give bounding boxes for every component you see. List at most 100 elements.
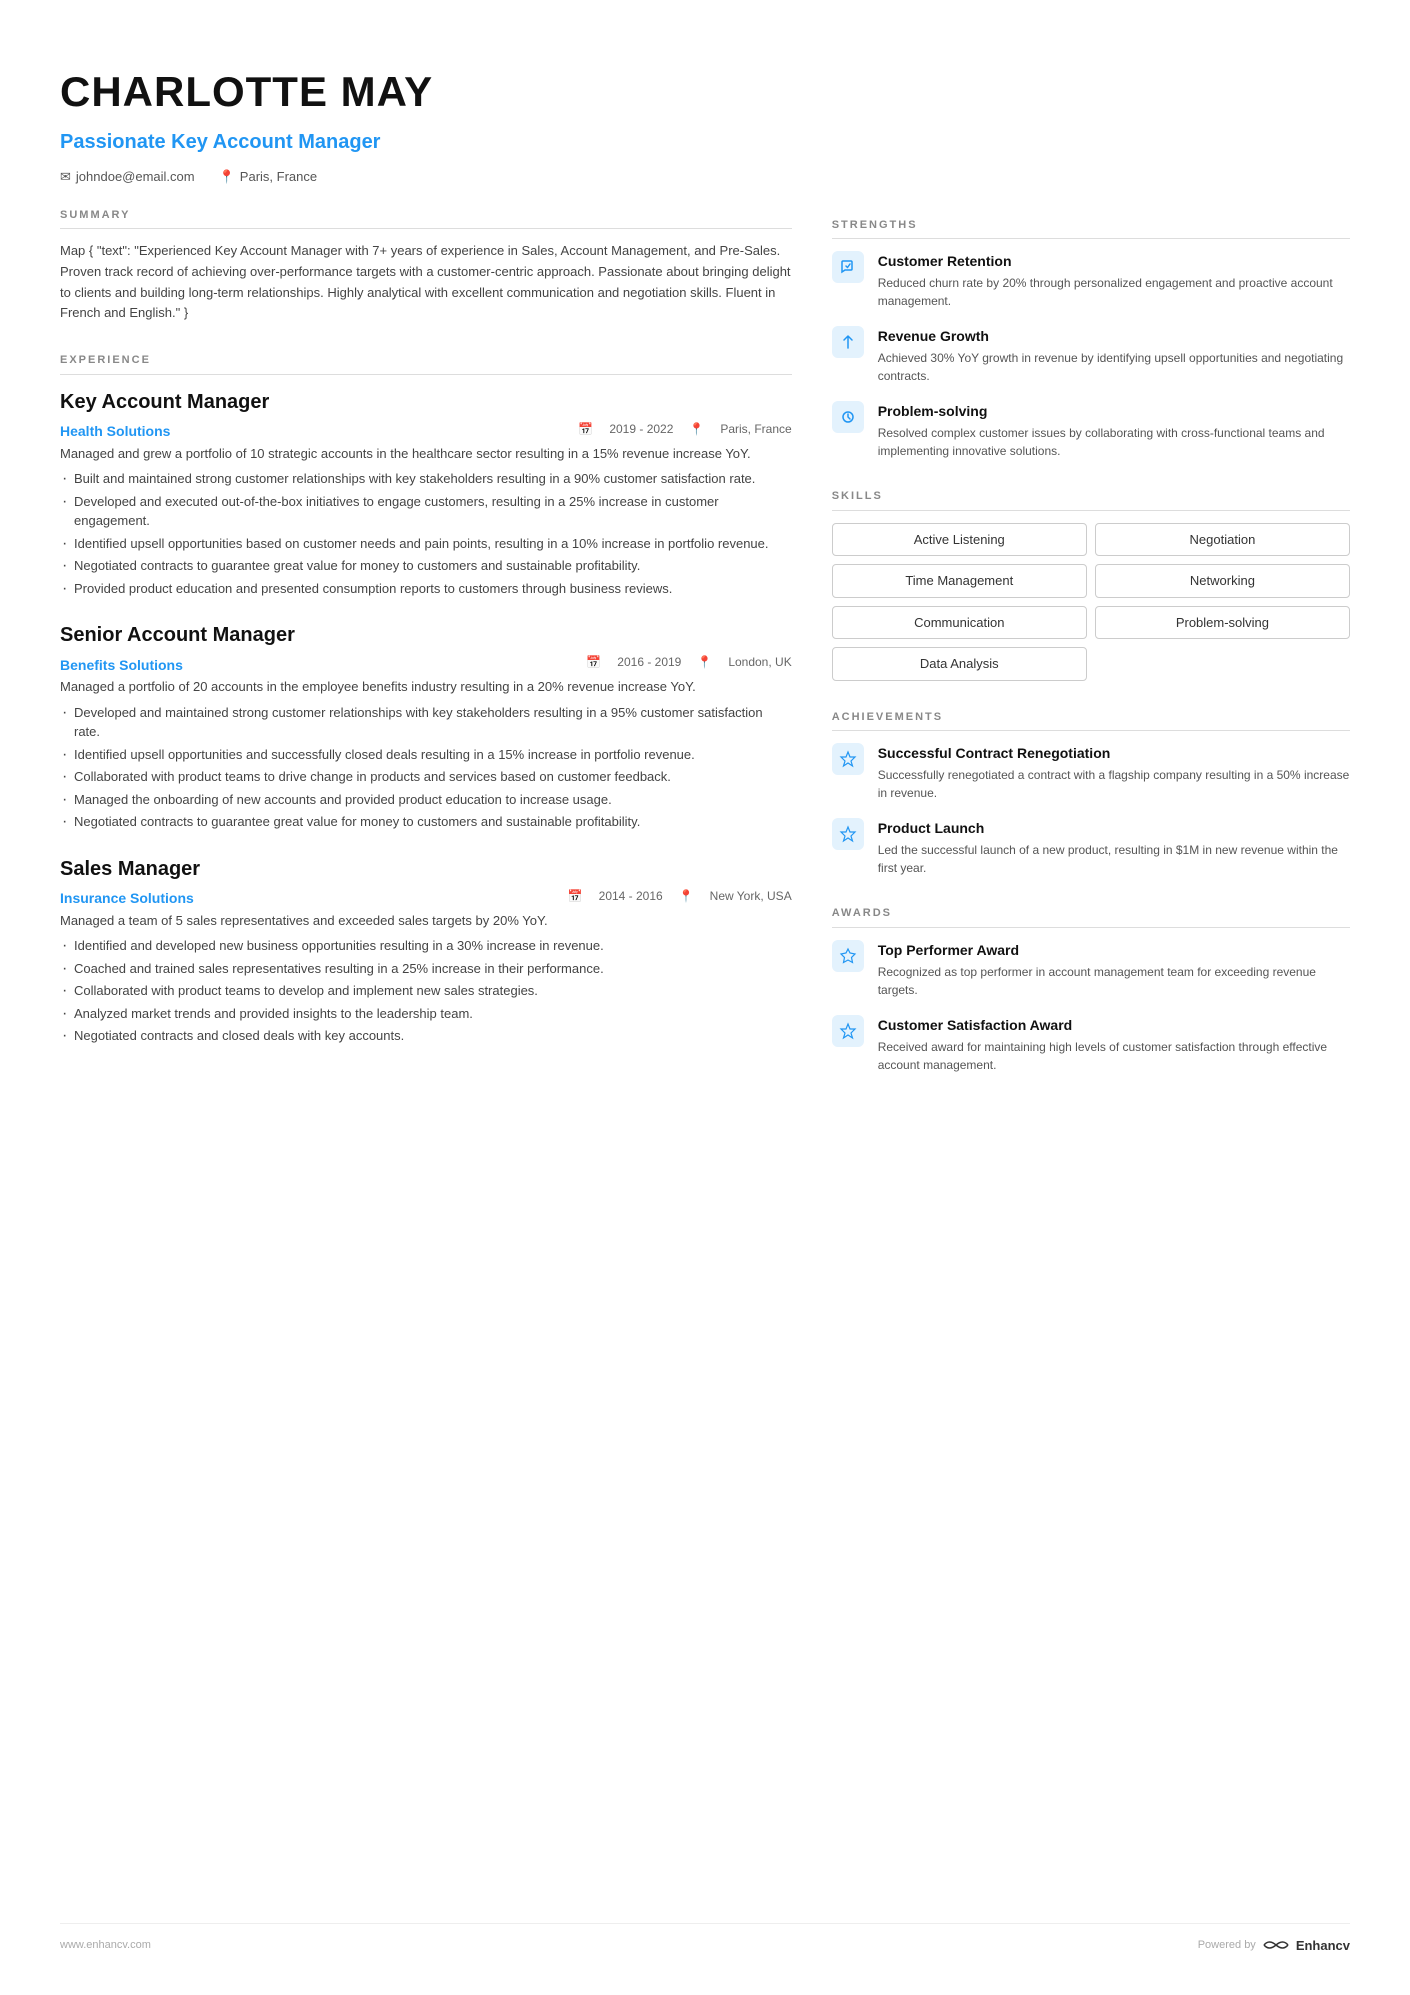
skill-1: Active Listening <box>832 523 1087 557</box>
footer-brand: Powered by Enhancv <box>1198 1936 1350 1956</box>
job-2-bullet-1: Developed and maintained strong customer… <box>60 703 792 742</box>
brand-name: Enhancv <box>1296 1936 1350 1956</box>
achievements-section: ACHIEVEMENTS Successful Contract Renegot… <box>832 709 1350 878</box>
job-1: Key Account Manager Health Solutions 📅 2… <box>60 387 792 599</box>
job-3-bullet-4: Analyzed market trends and provided insi… <box>60 1004 792 1024</box>
skill-4: Networking <box>1095 564 1350 598</box>
summary-text: Map { "text": "Experienced Key Account M… <box>60 241 792 324</box>
achievements-title: ACHIEVEMENTS <box>832 709 1350 732</box>
email-info: ✉ johndoe@email.com <box>60 167 195 187</box>
contact-info: ✉ johndoe@email.com 📍 Paris, France <box>60 167 1350 187</box>
strength-1-desc: Reduced churn rate by 20% through person… <box>878 274 1350 310</box>
candidate-subtitle: Passionate Key Account Manager <box>60 127 1350 157</box>
job-3-years: 2014 - 2016 <box>599 887 663 905</box>
experience-section: EXPERIENCE Key Account Manager Health So… <box>60 352 792 1046</box>
job-1-location: Paris, France <box>720 420 791 438</box>
strength-2-icon <box>832 326 864 358</box>
job-1-location-icon: 📍 <box>689 420 704 438</box>
job-2: Senior Account Manager Benefits Solution… <box>60 620 792 832</box>
job-2-company-line: Benefits Solutions 📅 2016 - 2019 📍 Londo… <box>60 653 792 677</box>
job-2-bullets: Developed and maintained strong customer… <box>60 703 792 832</box>
strength-1-content: Customer Retention Reduced churn rate by… <box>878 251 1350 310</box>
email-value: johndoe@email.com <box>76 167 195 187</box>
job-3-title: Sales Manager <box>60 854 792 884</box>
strength-3-content: Problem-solving Resolved complex custome… <box>878 401 1350 460</box>
strength-2-desc: Achieved 30% YoY growth in revenue by id… <box>878 349 1350 385</box>
award-1-title: Top Performer Award <box>878 940 1350 961</box>
footer: www.enhancv.com Powered by Enhancv <box>60 1923 1350 1956</box>
brand-logo-icon <box>1262 1937 1290 1953</box>
experience-title: EXPERIENCE <box>60 352 792 375</box>
candidate-name: CHARLOTTE MAY <box>60 60 1350 123</box>
job-1-years: 2019 - 2022 <box>609 420 673 438</box>
job-3-meta: 📅 2014 - 2016 📍 New York, USA <box>568 887 792 905</box>
strength-1-title: Customer Retention <box>878 251 1350 272</box>
award-1-content: Top Performer Award Recognized as top pe… <box>878 940 1350 999</box>
header-section: CHARLOTTE MAY Passionate Key Account Man… <box>60 60 1350 187</box>
achievement-2-title: Product Launch <box>878 818 1350 839</box>
right-column: STRENGTHS Customer Retention Reduced chu… <box>832 207 1350 1883</box>
achievement-2-icon <box>832 818 864 850</box>
achievement-1-title: Successful Contract Renegotiation <box>878 743 1350 764</box>
award-2-title: Customer Satisfaction Award <box>878 1015 1350 1036</box>
strength-3: Problem-solving Resolved complex custome… <box>832 401 1350 460</box>
achievement-1-desc: Successfully renegotiated a contract wit… <box>878 766 1350 802</box>
job-3: Sales Manager Insurance Solutions 📅 2014… <box>60 854 792 1046</box>
job-1-calendar-icon: 📅 <box>578 420 593 438</box>
strength-3-icon <box>832 401 864 433</box>
powered-by-text: Powered by <box>1198 1937 1256 1954</box>
location-value: Paris, France <box>240 167 317 187</box>
job-3-bullet-2: Coached and trained sales representative… <box>60 959 792 979</box>
footer-website: www.enhancv.com <box>60 1937 151 1954</box>
job-1-bullets: Built and maintained strong customer rel… <box>60 469 792 598</box>
job-1-bullet-1: Built and maintained strong customer rel… <box>60 469 792 489</box>
achievement-1-content: Successful Contract Renegotiation Succes… <box>878 743 1350 802</box>
job-3-desc: Managed a team of 5 sales representative… <box>60 911 792 931</box>
job-1-bullet-3: Identified upsell opportunities based on… <box>60 534 792 554</box>
award-2: Customer Satisfaction Award Received awa… <box>832 1015 1350 1074</box>
job-1-title: Key Account Manager <box>60 387 792 417</box>
skill-6: Problem-solving <box>1095 606 1350 640</box>
strength-1-icon <box>832 251 864 283</box>
skill-3: Time Management <box>832 564 1087 598</box>
job-2-location-icon: 📍 <box>697 653 712 671</box>
job-2-title: Senior Account Manager <box>60 620 792 650</box>
job-3-bullet-1: Identified and developed new business op… <box>60 936 792 956</box>
award-1-desc: Recognized as top performer in account m… <box>878 963 1350 999</box>
job-2-bullet-4: Managed the onboarding of new accounts a… <box>60 790 792 810</box>
job-2-desc: Managed a portfolio of 20 accounts in th… <box>60 677 792 697</box>
job-2-bullet-2: Identified upsell opportunities and succ… <box>60 745 792 765</box>
strengths-section: STRENGTHS Customer Retention Reduced chu… <box>832 217 1350 461</box>
job-3-location: New York, USA <box>710 887 792 905</box>
job-1-bullet-4: Negotiated contracts to guarantee great … <box>60 556 792 576</box>
strength-2: Revenue Growth Achieved 30% YoY growth i… <box>832 326 1350 385</box>
award-2-desc: Received award for maintaining high leve… <box>878 1038 1350 1074</box>
job-2-location: London, UK <box>728 653 791 671</box>
job-1-bullet-2: Developed and executed out-of-the-box in… <box>60 492 792 531</box>
strength-1: Customer Retention Reduced churn rate by… <box>832 251 1350 310</box>
location-icon: 📍 <box>219 167 235 187</box>
skill-2: Negotiation <box>1095 523 1350 557</box>
left-column: SUMMARY Map { "text": "Experienced Key A… <box>60 207 792 1883</box>
achievement-2: Product Launch Led the successful launch… <box>832 818 1350 877</box>
award-1: Top Performer Award Recognized as top pe… <box>832 940 1350 999</box>
job-3-company: Insurance Solutions <box>60 888 194 909</box>
awards-title: AWARDS <box>832 905 1350 928</box>
job-3-location-icon: 📍 <box>679 887 694 905</box>
skill-7: Data Analysis <box>832 647 1087 681</box>
skills-grid: Active Listening Negotiation Time Manage… <box>832 523 1350 681</box>
job-3-company-line: Insurance Solutions 📅 2014 - 2016 📍 New … <box>60 887 792 911</box>
location-info: 📍 Paris, France <box>219 167 318 187</box>
job-2-bullet-3: Collaborated with product teams to drive… <box>60 767 792 787</box>
job-3-calendar-icon: 📅 <box>568 887 583 905</box>
job-3-bullet-5: Negotiated contracts and closed deals wi… <box>60 1026 792 1046</box>
skills-title: SKILLS <box>832 488 1350 511</box>
strength-3-desc: Resolved complex customer issues by coll… <box>878 424 1350 460</box>
awards-section: AWARDS Top Performer Award Recognized as… <box>832 905 1350 1074</box>
summary-title: SUMMARY <box>60 207 792 230</box>
strength-3-title: Problem-solving <box>878 401 1350 422</box>
job-2-years: 2016 - 2019 <box>617 653 681 671</box>
job-2-calendar-icon: 📅 <box>586 653 601 671</box>
award-2-icon <box>832 1015 864 1047</box>
award-2-content: Customer Satisfaction Award Received awa… <box>878 1015 1350 1074</box>
